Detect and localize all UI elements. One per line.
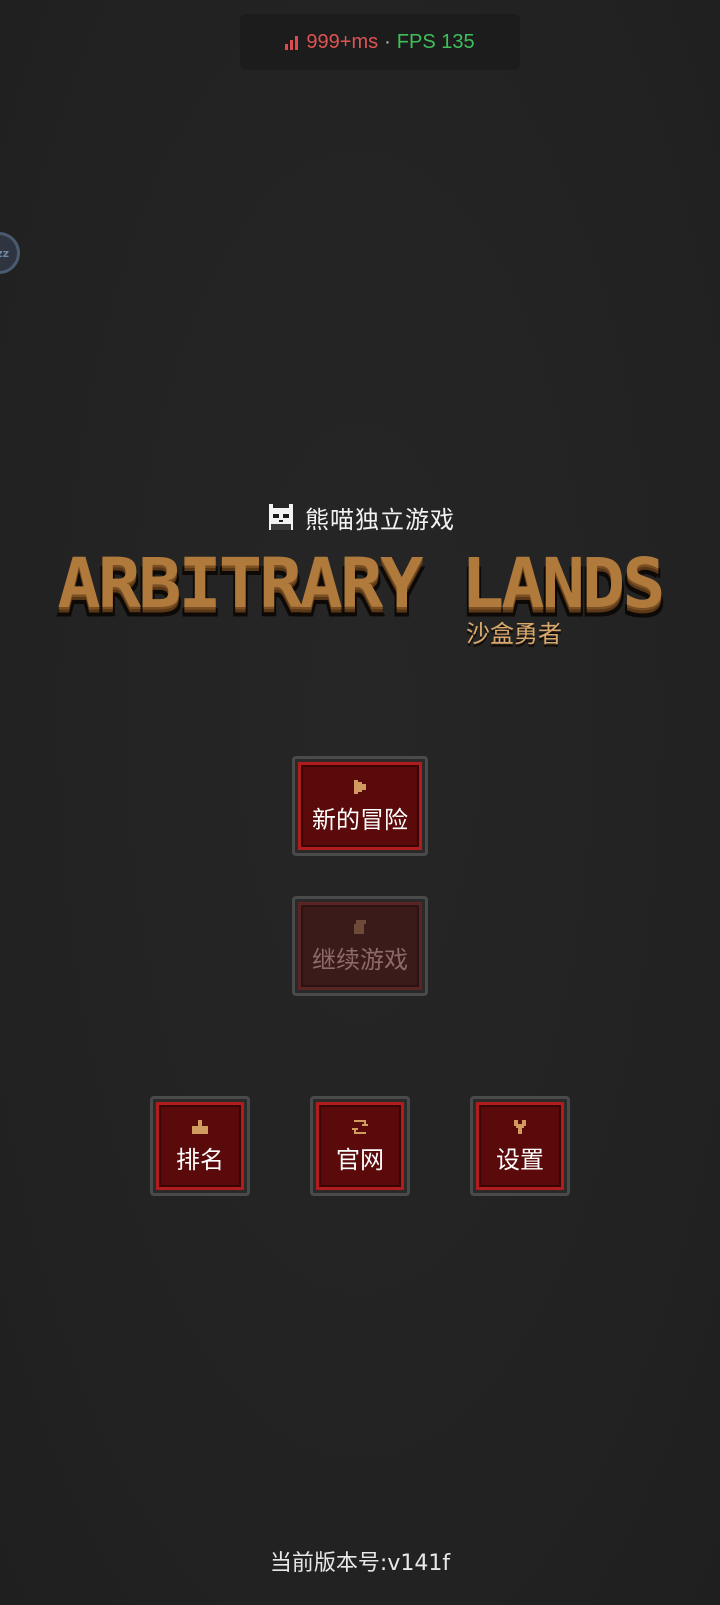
new-adventure-button[interactable]: 新的冒险	[292, 756, 428, 856]
website-label: 官网	[336, 1145, 384, 1174]
performance-overlay: 999+ms · FPS 135	[240, 14, 520, 70]
website-button[interactable]: 官网	[310, 1096, 410, 1196]
latency-value: 999+ms	[306, 30, 379, 53]
fps-value: FPS 135	[396, 30, 475, 53]
scroll-icon	[354, 919, 366, 934]
continue-game-button[interactable]: 继续游戏	[292, 896, 428, 996]
continue-game-label: 继续游戏	[312, 945, 408, 974]
settings-label: 设置	[496, 1145, 544, 1174]
refresh-icon	[352, 1119, 368, 1134]
studio-credit: 熊喵独立游戏	[0, 500, 720, 535]
podium-icon	[192, 1119, 208, 1134]
panda-icon	[269, 503, 293, 530]
bubble-text: zz	[0, 246, 9, 260]
ranking-label: 排名	[176, 1145, 224, 1174]
play-icon	[354, 779, 366, 794]
ranking-button[interactable]: 排名	[150, 1096, 250, 1196]
wrench-icon	[514, 1119, 526, 1134]
version-label: 当前版本号:v141f	[269, 1551, 451, 1576]
studio-name: 熊喵独立游戏	[305, 506, 455, 534]
new-adventure-label: 新的冒险	[312, 805, 408, 834]
game-title-screen: 999+ms · FPS 135 zz 熊喵独立游戏 ARBITRARY LAN…	[0, 0, 720, 1605]
floating-assistant-bubble[interactable]: zz	[0, 232, 20, 274]
game-subtitle: 沙盒勇者	[466, 620, 562, 648]
game-title-logo: ARBITRARY LANDS	[57, 543, 665, 623]
signal-icon	[285, 34, 299, 50]
separator: ·	[384, 30, 391, 53]
settings-button[interactable]: 设置	[470, 1096, 570, 1196]
